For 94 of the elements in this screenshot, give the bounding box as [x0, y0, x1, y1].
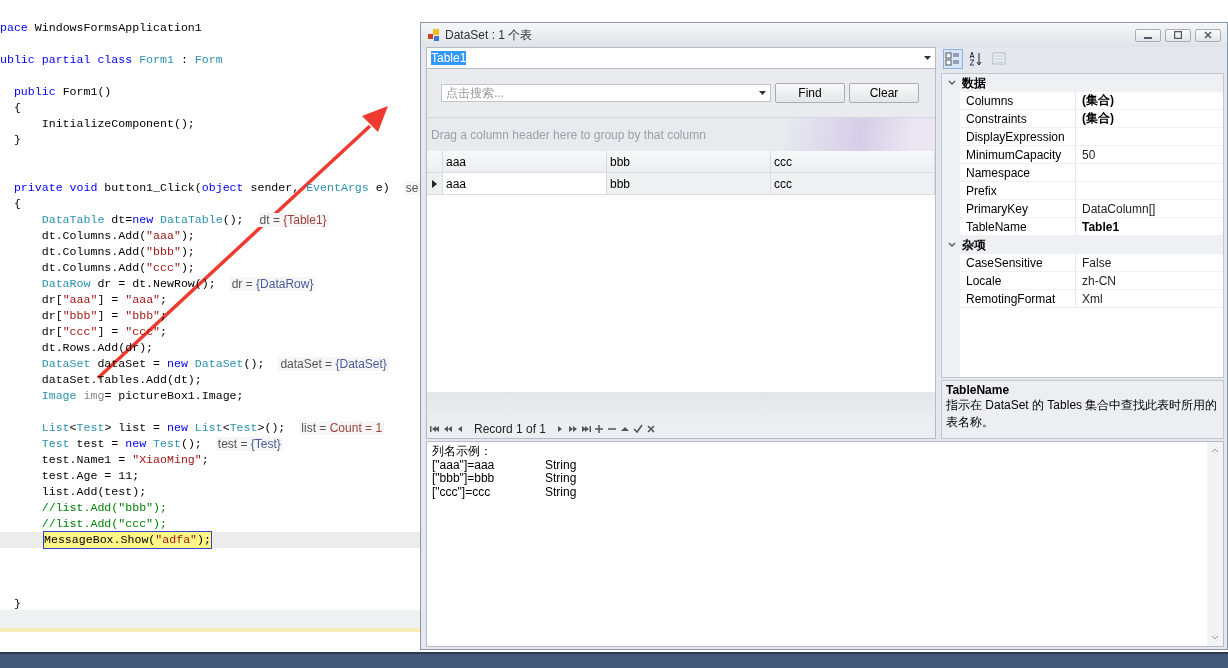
code-line: { [12, 100, 21, 116]
output-heading: 列名示例： [432, 445, 492, 459]
code-line: test.Age = 11; [40, 468, 140, 484]
code-line: InitializeComponent(); [40, 116, 195, 132]
window-title: DataSet : 1 个表 [445, 26, 534, 44]
close-icon [1204, 31, 1212, 39]
data-tip: se [403, 181, 420, 195]
column-expression: ["bbb"]=bbb [432, 472, 496, 486]
maximize-button[interactable] [1165, 28, 1191, 42]
up-icon[interactable] [620, 424, 631, 434]
collapse-chevron-icon[interactable] [948, 80, 956, 86]
check-icon[interactable] [633, 424, 644, 434]
code-line: //list.Add("ccc"); [40, 516, 167, 532]
data-tip: list = Count = 1 [299, 421, 385, 435]
property-name[interactable]: MinimumCapacity [960, 146, 1076, 164]
code-line: } [12, 596, 21, 612]
property-value[interactable]: DataColumn[] [1076, 200, 1223, 218]
maximize-icon [1174, 31, 1182, 39]
code-line: DataTable dt=new DataTable(); [40, 212, 244, 228]
dropdown-arrow-icon[interactable] [759, 91, 766, 95]
property-value[interactable]: Xml [1076, 290, 1223, 308]
table-cell: bbb [607, 173, 771, 194]
property-name[interactable]: Constraints [960, 110, 1076, 128]
search-action-button[interactable]: Find [775, 83, 845, 103]
code-line: public Form1() [12, 84, 112, 100]
group-by-hint: Drag a column header here to group by that column [431, 127, 706, 142]
property-value[interactable]: zh-CN [1076, 272, 1223, 290]
search-action-button[interactable]: Clear [849, 83, 919, 103]
sort-alphabetical-icon[interactable] [968, 51, 984, 67]
column-header[interactable]: bbb [607, 151, 771, 172]
code-line: Test test = new Test(); [40, 436, 202, 452]
current-statement: MessageBox.Show("adfa"); [44, 532, 211, 548]
property-value[interactable]: 50 [1076, 146, 1223, 164]
code-line: Image img= pictureBox1.Image; [40, 388, 244, 404]
code-line: list.Add(test); [40, 484, 147, 500]
code-line: List<Test> list = new List<Test>(); [40, 420, 286, 436]
code-line: dt.Columns.Add("ccc"); [40, 260, 195, 276]
column-type: String [545, 458, 577, 472]
property-value[interactable]: False [1076, 254, 1223, 272]
scroll-up-icon[interactable] [1211, 448, 1219, 453]
code-line: dt.Columns.Add("aaa"); [40, 228, 195, 244]
record-counter: Record 1 of 1 [474, 422, 547, 436]
property-name[interactable]: RemotingFormat [960, 290, 1076, 308]
property-value[interactable]: (集合) [1076, 92, 1223, 110]
collapse-chevron-icon[interactable] [948, 242, 956, 248]
category-label[interactable]: 数据 [962, 74, 986, 92]
property-name[interactable]: CaseSensitive [960, 254, 1076, 272]
scroll-down-icon[interactable] [1211, 635, 1219, 640]
data-tip: dataSet = {DataSet} [278, 357, 389, 371]
categorized-icon[interactable] [945, 51, 961, 67]
property-name[interactable]: Namespace [960, 164, 1076, 182]
close-button[interactable] [1195, 28, 1221, 42]
description-text: 指示在 DataSet 的 Tables 集合中查找此表时所用的表名称。 [946, 397, 1219, 431]
property-value[interactable]: (集合) [1076, 110, 1223, 128]
cancel-icon[interactable] [646, 424, 657, 434]
column-expression: ["aaa"]=aaa [432, 458, 496, 472]
minimize-button[interactable] [1135, 28, 1161, 42]
scrollbar[interactable] [1207, 442, 1223, 646]
code-line: dataSet.Tables.Add(dt); [40, 372, 202, 388]
dropdown-arrow-icon[interactable] [924, 56, 931, 60]
property-name[interactable]: PrimaryKey [960, 200, 1076, 218]
data-tip: dr = {DataRow} [229, 277, 316, 291]
code-line: { [12, 196, 21, 212]
code-line: ublic partial class Form1 : Form [0, 52, 223, 68]
property-name[interactable]: Columns [960, 92, 1076, 110]
column-type: String [545, 472, 577, 486]
first-record-icon[interactable] [429, 424, 439, 434]
code-line: dr["aaa"] = "aaa"; [40, 292, 168, 308]
code-line: } [12, 132, 21, 148]
dataset-icon [427, 28, 441, 42]
search-field[interactable]: 点击搜索... [441, 84, 771, 102]
last-record-icon[interactable] [581, 424, 592, 434]
column-header[interactable]: ccc [771, 151, 935, 172]
property-name[interactable]: Locale [960, 272, 1076, 290]
table-cell: aaa [443, 173, 607, 194]
code-line: dr["bbb"] = "bbb"; [40, 308, 168, 324]
data-tip: dt = {Table1} [257, 213, 329, 227]
column-header[interactable]: aaa [443, 151, 607, 172]
column-type: String [545, 485, 577, 499]
previous-page-icon[interactable] [442, 424, 452, 434]
category-label[interactable]: 杂项 [962, 236, 986, 254]
next-page-icon[interactable] [568, 424, 579, 434]
property-name[interactable]: DisplayExpression [960, 128, 1076, 146]
add-icon[interactable] [594, 424, 605, 434]
column-expression: ["ccc"]=ccc [432, 485, 491, 499]
code-line: test.Name1 = "XiaoMing"; [40, 452, 209, 468]
code-line: dt.Columns.Add("bbb"); [40, 244, 195, 260]
table-cell: ccc [771, 173, 935, 194]
code-line: //list.Add("bbb"); [40, 500, 167, 516]
description-title: TableName [946, 383, 1011, 397]
code-line: pace WindowsFormsApplication1 [0, 20, 202, 36]
data-tip: test = {Test} [215, 437, 283, 451]
code-line: private void button1_Click(object sender, EventArgs e) [12, 180, 390, 196]
property-name[interactable]: Prefix [960, 182, 1076, 200]
